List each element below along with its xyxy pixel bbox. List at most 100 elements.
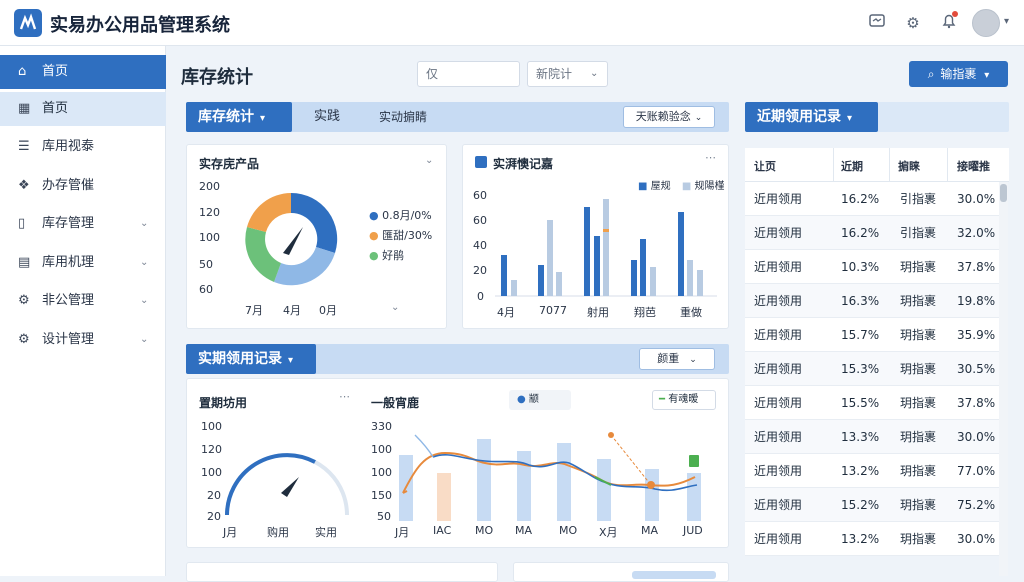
bar [597,459,611,521]
table-cell: 19.8% [957,294,996,308]
table-cell: 玥指裹 [900,498,937,512]
chart-icon [475,156,487,168]
table-cell: 16.3% [841,294,880,308]
legend-item: 颛 [528,394,539,405]
x-tick: 4月 [283,304,301,317]
sidebar-item-usage-mgmt[interactable]: ▤ 库用机理 ⌄ [0,246,166,280]
bar [631,260,637,296]
search-input[interactable]: 仅 [417,61,520,87]
chevron-down-icon[interactable]: ▾ [1004,16,1009,27]
chevron-down-icon: ⌄ [140,334,149,345]
donut-chart [245,192,338,286]
scrollbar-thumb[interactable] [1000,184,1007,202]
table-row[interactable]: 近用领用 15.2% 玥指裹 75.2% [745,488,999,522]
chevron-down-icon[interactable]: ⌄ [391,302,399,313]
table-cell: 37.8% [957,260,996,274]
x-tick: MO [475,524,494,537]
tab-inventory-stats[interactable]: 库存统计 ▾ [186,102,292,132]
home-icon: ⌂ [18,64,27,79]
table-cell: 32.0% [957,226,996,240]
inventory-tab-strip: 库存统计 ▾ 实践 实动掮睛 天账赖验念 ⌄ [186,102,729,132]
chevron-down-icon: ⌄ [140,218,149,229]
message-icon[interactable] [866,12,888,34]
sidebar-item-design-mgmt[interactable]: ⚙ 设计管理 ⌄ [0,323,166,357]
table-cell: 玥指裹 [900,464,937,478]
sidebar-item-usage-view[interactable]: ☰ 库用视泰 [0,130,166,164]
table-cell: 75.2% [957,498,996,512]
strip-action-button[interactable]: 天账赖验念 ⌄ [623,106,715,128]
bar [594,236,600,296]
y-tick: 100 [199,231,220,244]
sidebar-item-office-mgmt[interactable]: ⚙ 非公管理 ⌄ [0,284,166,318]
strip-action-button[interactable]: 颜重 ⌄ [639,348,715,370]
table-cell: 近用领用 [754,430,803,444]
card-title: 实湃懊记嘉 [493,157,554,171]
table-cell: 近用领用 [754,226,803,240]
table-cell: 16.2% [841,226,880,240]
sidebar-item-home-overview[interactable]: ▦ 首页 [0,92,166,126]
table-cell: 玥指裹 [900,430,937,444]
table-row[interactable]: 近用领用 15.7% 玥指裹 35.9% [745,318,999,352]
table-cell: 近用领用 [754,362,803,376]
legend-item: 规陽槿 [694,181,725,192]
chevron-down-icon[interactable]: ⌄ [425,155,433,166]
table-cell: 13.3% [841,430,880,444]
gear-icon[interactable]: ⚙ [902,12,924,34]
table-cell: 15.5% [841,396,880,410]
table-row[interactable]: 近用领用 15.3% 玥指裹 30.5% [745,352,999,386]
table-row[interactable]: 近用领用 13.2% 玥指裹 30.0% [745,522,999,556]
chevron-down-icon: ⌄ [140,257,149,268]
x-tick: 7月 [245,304,263,317]
table-cell: 近用领用 [754,532,803,546]
legend-item: 0.8月/0% [382,209,432,222]
bar [640,239,646,296]
chevron-down-icon: ⌄ [140,295,149,306]
tab-usage-records[interactable]: 实期领用记录 ▾ [186,344,316,374]
more-icon[interactable]: ⋯ [339,390,350,403]
chevron-down-icon: ⌄ [590,68,599,79]
table-cell: 玥指裹 [900,396,937,410]
tab-dynamic[interactable]: 实动掮睛 [379,102,427,132]
x-tick: 0月 [319,304,337,317]
table-cell: 玥指裹 [900,294,937,308]
bar [501,255,507,296]
table-row[interactable]: 近用领用 16.2% 引指裹 30.0% [745,182,999,216]
gear-icon: ⚙ [18,293,30,308]
chevron-down-icon: ▾ [847,113,853,124]
table-cell: 引指裹 [900,226,937,240]
sidebar-item-inventory[interactable]: ▯ 库存管理 ⌄ [0,207,166,241]
bar [678,212,684,296]
more-icon[interactable]: ⋯ [705,151,716,164]
usage-charts-card: 置期坊用 ⋯ 100 120 100 20 20 J月 购用 实用 一般宵鹿 ●… [186,378,729,548]
recent-records-header: 近期领用记录 ▾ [745,102,1009,132]
bar-chart-card: 实湃懊记嘉 ⋯ ■ 屋规 ■ 规陽槿 60 60 40 20 0 4月 7077… [462,144,729,329]
grid-icon: ▦ [18,101,31,116]
scrollbar[interactable] [999,182,1008,576]
table-cell: 10.3% [841,260,880,274]
primary-action-button[interactable]: ⌕ 输指裹 ▾ [909,61,1008,87]
filter-select[interactable]: 新院计 ⌄ [527,61,608,87]
table-cell: 30.0% [957,430,996,444]
column-header: 接曜推 [957,160,990,173]
table-row[interactable]: 近用领用 10.3% 玥指裹 37.8% [745,250,999,284]
table-row[interactable]: 近用领用 15.5% 玥指裹 37.8% [745,386,999,420]
x-tick: 翔芭 [634,306,656,319]
table-row[interactable]: 近用领用 16.2% 引指裹 32.0% [745,216,999,250]
sidebar-item-home[interactable]: ⌂ 首页 [0,55,166,89]
y-tick: 200 [199,180,220,193]
sidebar-item-storage-ops[interactable]: ❖ 办存管催 [0,169,166,203]
top-bar: 实易办公用品管理系统 ⚙ ▾ [0,0,1024,46]
bar [556,272,562,296]
inventory-products-card: 实存庑产品 ⌄ 200 120 100 50 60 7月 4月 0月 ● 0.8… [186,144,447,329]
table-cell: 近用领用 [754,260,803,274]
table-row[interactable]: 近用领用 13.3% 玥指裹 30.0% [745,420,999,454]
y-tick: 60 [473,214,487,227]
tab-practice[interactable]: 实践 [314,102,340,132]
recent-records-title[interactable]: 近期领用记录 ▾ [745,102,878,132]
table-row[interactable]: 近用领用 13.2% 玥指裹 77.0% [745,454,999,488]
table-row[interactable]: 近用领用 16.3% 玥指裹 19.8% [745,284,999,318]
box-icon: ❖ [18,178,30,193]
avatar[interactable] [972,9,1000,37]
y-tick: 0 [477,290,484,303]
x-tick: 实用 [315,526,337,539]
